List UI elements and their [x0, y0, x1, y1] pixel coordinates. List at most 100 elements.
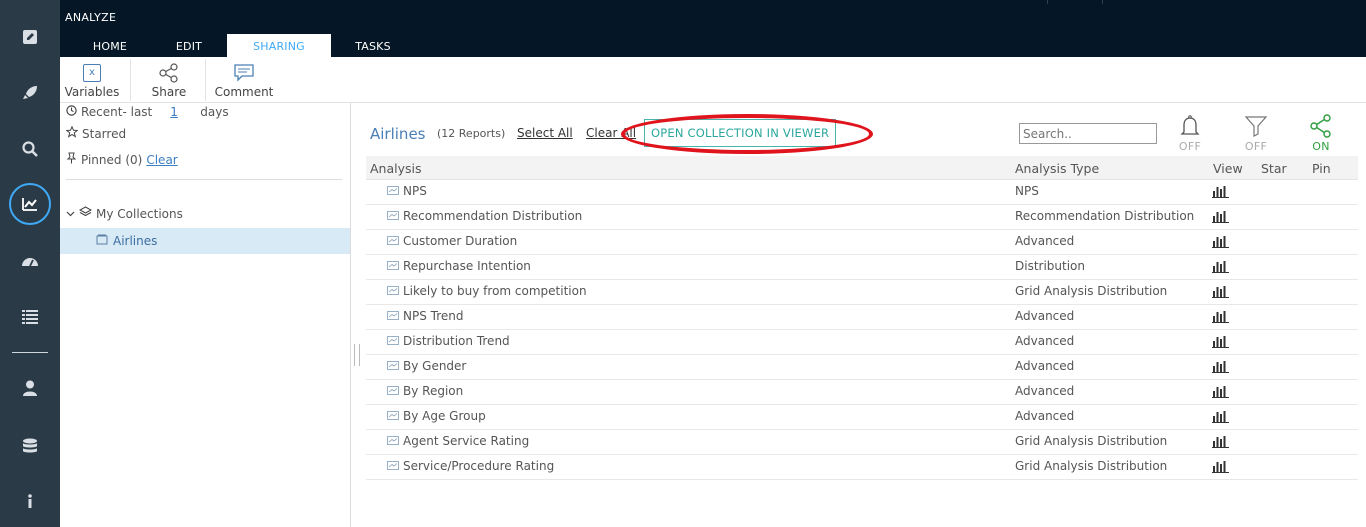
report-icon — [387, 209, 399, 223]
report-name[interactable]: Customer Duration — [403, 234, 517, 248]
share-label: Share — [151, 85, 187, 99]
user-icon[interactable] — [0, 368, 60, 408]
variables-button[interactable]: x Variables — [63, 57, 121, 103]
chevron-down-icon[interactable] — [66, 207, 75, 221]
report-name-cell[interactable]: By Gender — [387, 359, 466, 373]
report-name[interactable]: NPS — [403, 184, 427, 198]
trend-chart-icon[interactable] — [0, 184, 60, 224]
report-name[interactable]: By Gender — [403, 359, 466, 373]
rail-divider — [12, 352, 48, 353]
select-all-link[interactable]: Select All — [517, 126, 573, 140]
report-name[interactable]: Agent Service Rating — [403, 434, 529, 448]
col-star: Star — [1261, 161, 1287, 176]
notify-toggle[interactable]: OFF — [1173, 114, 1207, 153]
comment-button[interactable]: Comment — [214, 57, 274, 103]
view-chart-icon[interactable] — [1212, 410, 1229, 426]
report-name-cell[interactable]: Recommendation Distribution — [387, 209, 582, 223]
recent-filter: Recent- last 1 days — [66, 105, 229, 119]
view-chart-icon[interactable] — [1212, 210, 1229, 226]
report-type: Advanced — [1015, 409, 1075, 423]
share-on-icon — [1310, 114, 1331, 138]
report-name-cell[interactable]: Service/Procedure Rating — [387, 459, 554, 473]
ribbon-toolbar: x Variables Share Comment — [60, 57, 1366, 103]
report-name[interactable]: Distribution Trend — [403, 334, 510, 348]
table-row[interactable]: Agent Service Rating Grid Analysis Distri… — [366, 430, 1358, 455]
report-name-cell[interactable]: Repurchase Intention — [387, 259, 531, 273]
view-chart-icon[interactable] — [1212, 335, 1229, 351]
search-input[interactable] — [1019, 123, 1157, 144]
table-row[interactable]: Repurchase Intention Distribution — [366, 255, 1358, 280]
report-name-cell[interactable]: By Region — [387, 384, 463, 398]
report-type: Advanced — [1015, 384, 1075, 398]
tab-tasks[interactable]: TASKS — [340, 34, 406, 57]
view-chart-icon[interactable] — [1212, 460, 1229, 476]
table-header: Analysis Analysis Type View Star Pin — [366, 156, 1358, 180]
database-icon[interactable] — [0, 426, 60, 466]
pencil-icon[interactable] — [0, 17, 60, 57]
table-row[interactable]: Customer Duration Advanced — [366, 230, 1358, 255]
table-row[interactable]: By Region Advanced — [366, 380, 1358, 405]
table-row[interactable]: Service/Procedure Rating Grid Analysis Di… — [366, 455, 1358, 480]
table-row[interactable]: By Age Group Advanced — [366, 405, 1358, 430]
view-chart-icon[interactable] — [1212, 435, 1229, 451]
report-icon — [387, 409, 399, 423]
table-row[interactable]: Distribution Trend Advanced — [366, 330, 1358, 355]
view-chart-icon[interactable] — [1212, 310, 1229, 326]
dashboard-icon[interactable] — [0, 242, 60, 282]
report-type: Grid Analysis Distribution — [1015, 459, 1168, 473]
collection-title: Airlines — [370, 125, 426, 143]
report-type: Advanced — [1015, 234, 1075, 248]
report-name[interactable]: Repurchase Intention — [403, 259, 531, 273]
report-name[interactable]: NPS Trend — [403, 309, 464, 323]
view-chart-icon[interactable] — [1212, 360, 1229, 376]
view-chart-icon[interactable] — [1212, 260, 1229, 276]
recent-days-input[interactable]: 1 — [170, 105, 188, 119]
search-icon[interactable] — [0, 129, 60, 169]
report-name[interactable]: Likely to buy from competition — [403, 284, 587, 298]
report-name-cell[interactable]: NPS Trend — [387, 309, 464, 323]
clear-pinned-link[interactable]: Clear — [146, 153, 177, 167]
recent-suffix: days — [200, 105, 229, 119]
view-chart-icon[interactable] — [1212, 285, 1229, 301]
report-name-cell[interactable]: NPS — [387, 184, 427, 198]
header-separator — [1047, 0, 1048, 4]
open-collection-button[interactable]: OPEN COLLECTION IN VIEWER — [644, 119, 837, 147]
report-name-cell[interactable]: By Age Group — [387, 409, 486, 423]
view-chart-icon[interactable] — [1212, 185, 1229, 201]
col-analysis-type[interactable]: Analysis Type — [1015, 161, 1099, 176]
view-chart-icon[interactable] — [1212, 235, 1229, 251]
table-row[interactable]: By Gender Advanced — [366, 355, 1358, 380]
list-icon[interactable] — [0, 296, 60, 336]
tab-sharing[interactable]: SHARING — [227, 34, 331, 57]
report-type: Recommendation Distribution — [1015, 209, 1195, 223]
tab-home[interactable]: HOME — [73, 34, 147, 57]
collection-item-airlines[interactable]: Airlines — [60, 228, 350, 254]
report-name-cell[interactable]: Agent Service Rating — [387, 434, 529, 448]
table-row[interactable]: Likely to buy from competition Grid Analy… — [366, 280, 1358, 305]
rocket-icon[interactable] — [0, 73, 60, 113]
share-toggle[interactable]: ON — [1304, 114, 1338, 153]
table-row[interactable]: NPS NPS — [366, 180, 1358, 205]
report-name-cell[interactable]: Customer Duration — [387, 234, 517, 248]
report-name-cell[interactable]: Distribution Trend — [387, 334, 510, 348]
folder-icon — [96, 234, 108, 248]
filter-toggle[interactable]: OFF — [1239, 114, 1273, 153]
clear-all-link[interactable]: Clear All — [586, 126, 636, 140]
share-button[interactable]: Share — [144, 57, 194, 103]
report-count: (12 Reports) — [437, 127, 506, 140]
report-name[interactable]: Recommendation Distribution — [403, 209, 582, 223]
table-row[interactable]: Recommendation Distribution Recommendatio… — [366, 205, 1358, 230]
view-chart-icon[interactable] — [1212, 385, 1229, 401]
recent-prefix: Recent- last — [81, 105, 153, 119]
table-row[interactable]: NPS Trend Advanced — [366, 305, 1358, 330]
col-analysis[interactable]: Analysis — [370, 161, 422, 176]
my-collections-node[interactable]: My Collections — [66, 206, 183, 221]
info-icon[interactable] — [0, 481, 60, 521]
starred-filter[interactable]: Starred — [65, 125, 126, 141]
report-name-cell[interactable]: Likely to buy from competition — [387, 284, 587, 298]
tab-edit[interactable]: EDIT — [153, 34, 225, 57]
report-name[interactable]: Service/Procedure Rating — [403, 459, 554, 473]
report-name[interactable]: By Age Group — [403, 409, 486, 423]
report-name[interactable]: By Region — [403, 384, 463, 398]
pinned-label[interactable]: Pinned (0) — [81, 153, 142, 167]
